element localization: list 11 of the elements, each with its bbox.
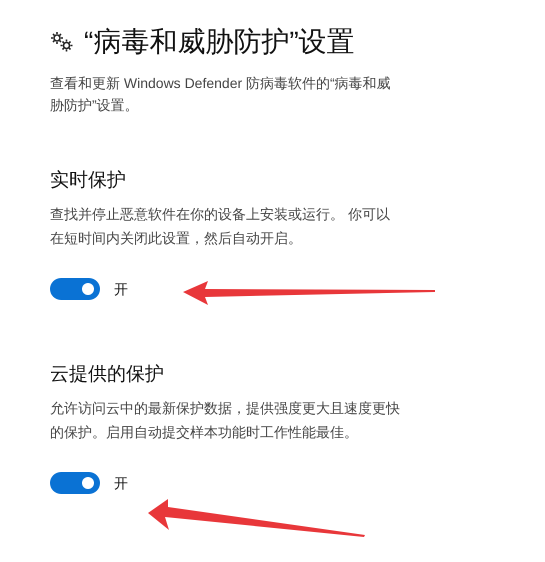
toggle-label: 开 (114, 474, 128, 492)
section-description: 查找并停止恶意软件在你的设备上安装或运行。 你可以在短时间内关闭此设置，然后自动开启。 (50, 205, 391, 248)
section-heading: 云提供的保护 (50, 363, 165, 387)
page-description: 查看和更新 Windows Defender 防病毒软件的“病毒和威胁防护”设置。 (50, 74, 392, 115)
toggle-label: 开 (114, 280, 128, 298)
section-description: 允许访问云中的最新保护数据，提供强度更大且速度更快的保护。启用自动提交样本功能时工作性能最佳。 (50, 399, 400, 442)
toggle-switch[interactable] (50, 278, 100, 300)
section-heading: 实时保护 (50, 169, 127, 193)
settings-icon (50, 31, 74, 53)
toggle-switch[interactable] (50, 472, 100, 494)
page-title: “病毒和威胁防护”设置 (84, 25, 355, 59)
